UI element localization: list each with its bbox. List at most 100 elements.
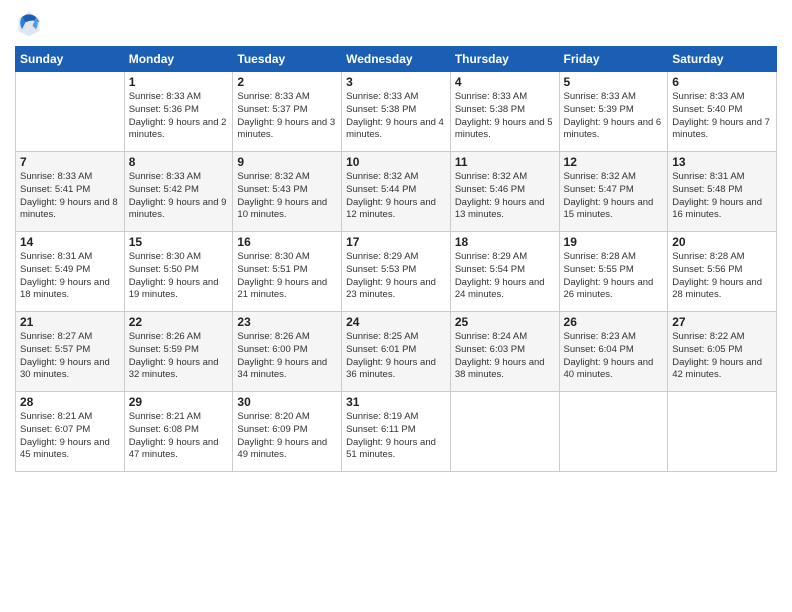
calendar-cell (16, 72, 125, 152)
calendar-cell: 11 Sunrise: 8:32 AMSunset: 5:46 PMDayligh… (450, 152, 559, 232)
weekday-header-thursday: Thursday (450, 47, 559, 72)
day-number: 19 (564, 235, 664, 249)
day-number: 30 (237, 395, 337, 409)
calendar-header: SundayMondayTuesdayWednesdayThursdayFrid… (16, 47, 777, 72)
calendar-cell: 31 Sunrise: 8:19 AMSunset: 6:11 PMDayligh… (342, 392, 451, 472)
calendar-week-4: 21Sunrise: 8:27 AMSunset: 5:57 PMDayligh… (16, 312, 777, 392)
calendar-cell: 26Sunrise: 8:23 AMSunset: 6:04 PMDayligh… (559, 312, 668, 392)
weekday-header-sunday: Sunday (16, 47, 125, 72)
day-number: 27 (672, 315, 772, 329)
calendar-cell: 18Sunrise: 8:29 AMSunset: 5:54 PMDayligh… (450, 232, 559, 312)
day-number: 14 (20, 235, 120, 249)
day-info: Sunrise: 8:30 AMSunset: 5:50 PMDaylight:… (129, 251, 229, 302)
day-number: 1 (129, 75, 229, 89)
day-info: Sunrise: 8:33 AMSunset: 5:38 PMDaylight:… (455, 91, 555, 142)
calendar-cell: 15 Sunrise: 8:30 AMSunset: 5:50 PMDayligh… (124, 232, 233, 312)
calendar-cell: 4 Sunrise: 8:33 AMSunset: 5:38 PMDaylight… (450, 72, 559, 152)
day-number: 2 (237, 75, 337, 89)
day-number: 28 (20, 395, 120, 409)
calendar-cell: 14 Sunrise: 8:31 AMSunset: 5:49 PMDayligh… (16, 232, 125, 312)
day-info: Sunrise: 8:33 AMSunset: 5:37 PMDaylight:… (237, 91, 337, 142)
calendar-cell: 24 Sunrise: 8:25 AMSunset: 6:01 PMDayligh… (342, 312, 451, 392)
day-info: Sunrise: 8:20 AMSunset: 6:09 PMDaylight:… (237, 411, 337, 462)
weekday-header-row: SundayMondayTuesdayWednesdayThursdayFrid… (16, 47, 777, 72)
calendar-week-3: 14 Sunrise: 8:31 AMSunset: 5:49 PMDayligh… (16, 232, 777, 312)
day-number: 10 (346, 155, 446, 169)
calendar-cell: 16Sunrise: 8:30 AMSunset: 5:51 PMDayligh… (233, 232, 342, 312)
day-info: Sunrise: 8:33 AMSunset: 5:42 PMDaylight:… (129, 171, 229, 222)
page-header (15, 10, 777, 38)
day-info: Sunrise: 8:28 AMSunset: 5:56 PMDaylight:… (672, 251, 772, 302)
day-info: Sunrise: 8:26 AMSunset: 6:00 PMDaylight:… (237, 331, 337, 382)
weekday-header-wednesday: Wednesday (342, 47, 451, 72)
day-info: Sunrise: 8:32 AMSunset: 5:46 PMDaylight:… (455, 171, 555, 222)
day-number: 25 (455, 315, 555, 329)
weekday-header-tuesday: Tuesday (233, 47, 342, 72)
calendar-cell: 29Sunrise: 8:21 AMSunset: 6:08 PMDayligh… (124, 392, 233, 472)
day-number: 12 (564, 155, 664, 169)
day-number: 22 (129, 315, 229, 329)
calendar-cell: 9 Sunrise: 8:32 AMSunset: 5:43 PMDaylight… (233, 152, 342, 232)
calendar-cell: 3 Sunrise: 8:33 AMSunset: 5:38 PMDaylight… (342, 72, 451, 152)
day-info: Sunrise: 8:32 AMSunset: 5:44 PMDaylight:… (346, 171, 446, 222)
day-info: Sunrise: 8:33 AMSunset: 5:38 PMDaylight:… (346, 91, 446, 142)
calendar-table: SundayMondayTuesdayWednesdayThursdayFrid… (15, 46, 777, 472)
calendar-cell: 19Sunrise: 8:28 AMSunset: 5:55 PMDayligh… (559, 232, 668, 312)
calendar-cell: 28Sunrise: 8:21 AMSunset: 6:07 PMDayligh… (16, 392, 125, 472)
day-info: Sunrise: 8:31 AMSunset: 5:49 PMDaylight:… (20, 251, 120, 302)
day-info: Sunrise: 8:33 AMSunset: 5:36 PMDaylight:… (129, 91, 229, 142)
calendar-cell: 5 Sunrise: 8:33 AMSunset: 5:39 PMDaylight… (559, 72, 668, 152)
calendar-cell: 21Sunrise: 8:27 AMSunset: 5:57 PMDayligh… (16, 312, 125, 392)
calendar-cell: 13 Sunrise: 8:31 AMSunset: 5:48 PMDayligh… (668, 152, 777, 232)
day-number: 17 (346, 235, 446, 249)
calendar-cell: 30 Sunrise: 8:20 AMSunset: 6:09 PMDayligh… (233, 392, 342, 472)
day-info: Sunrise: 8:26 AMSunset: 5:59 PMDaylight:… (129, 331, 229, 382)
calendar-cell: 8 Sunrise: 8:33 AMSunset: 5:42 PMDaylight… (124, 152, 233, 232)
calendar-cell (450, 392, 559, 472)
calendar-cell: 2 Sunrise: 8:33 AMSunset: 5:37 PMDaylight… (233, 72, 342, 152)
calendar-cell: 22 Sunrise: 8:26 AMSunset: 5:59 PMDayligh… (124, 312, 233, 392)
day-number: 4 (455, 75, 555, 89)
logo (15, 10, 47, 38)
day-info: Sunrise: 8:32 AMSunset: 5:43 PMDaylight:… (237, 171, 337, 222)
day-number: 13 (672, 155, 772, 169)
day-number: 21 (20, 315, 120, 329)
calendar-cell (668, 392, 777, 472)
calendar-cell: 23 Sunrise: 8:26 AMSunset: 6:00 PMDayligh… (233, 312, 342, 392)
day-info: Sunrise: 8:31 AMSunset: 5:48 PMDaylight:… (672, 171, 772, 222)
calendar-cell: 10 Sunrise: 8:32 AMSunset: 5:44 PMDayligh… (342, 152, 451, 232)
day-info: Sunrise: 8:29 AMSunset: 5:54 PMDaylight:… (455, 251, 555, 302)
calendar-body: 1 Sunrise: 8:33 AMSunset: 5:36 PMDaylight… (16, 72, 777, 472)
day-number: 20 (672, 235, 772, 249)
day-number: 11 (455, 155, 555, 169)
calendar-cell: 27 Sunrise: 8:22 AMSunset: 6:05 PMDayligh… (668, 312, 777, 392)
day-number: 15 (129, 235, 229, 249)
weekday-header-saturday: Saturday (668, 47, 777, 72)
day-number: 23 (237, 315, 337, 329)
day-info: Sunrise: 8:19 AMSunset: 6:11 PMDaylight:… (346, 411, 446, 462)
page-container: SundayMondayTuesdayWednesdayThursdayFrid… (0, 0, 792, 482)
day-number: 6 (672, 75, 772, 89)
day-info: Sunrise: 8:33 AMSunset: 5:40 PMDaylight:… (672, 91, 772, 142)
day-number: 31 (346, 395, 446, 409)
day-number: 8 (129, 155, 229, 169)
day-number: 5 (564, 75, 664, 89)
day-info: Sunrise: 8:24 AMSunset: 6:03 PMDaylight:… (455, 331, 555, 382)
day-info: Sunrise: 8:32 AMSunset: 5:47 PMDaylight:… (564, 171, 664, 222)
calendar-week-2: 7Sunrise: 8:33 AMSunset: 5:41 PMDaylight… (16, 152, 777, 232)
day-info: Sunrise: 8:22 AMSunset: 6:05 PMDaylight:… (672, 331, 772, 382)
day-info: Sunrise: 8:30 AMSunset: 5:51 PMDaylight:… (237, 251, 337, 302)
day-info: Sunrise: 8:33 AMSunset: 5:39 PMDaylight:… (564, 91, 664, 142)
calendar-cell: 7Sunrise: 8:33 AMSunset: 5:41 PMDaylight… (16, 152, 125, 232)
day-number: 3 (346, 75, 446, 89)
calendar-week-5: 28Sunrise: 8:21 AMSunset: 6:07 PMDayligh… (16, 392, 777, 472)
day-info: Sunrise: 8:33 AMSunset: 5:41 PMDaylight:… (20, 171, 120, 222)
day-number: 9 (237, 155, 337, 169)
weekday-header-monday: Monday (124, 47, 233, 72)
weekday-header-friday: Friday (559, 47, 668, 72)
day-number: 29 (129, 395, 229, 409)
day-info: Sunrise: 8:29 AMSunset: 5:53 PMDaylight:… (346, 251, 446, 302)
logo-icon (15, 10, 43, 38)
day-info: Sunrise: 8:25 AMSunset: 6:01 PMDaylight:… (346, 331, 446, 382)
day-number: 24 (346, 315, 446, 329)
